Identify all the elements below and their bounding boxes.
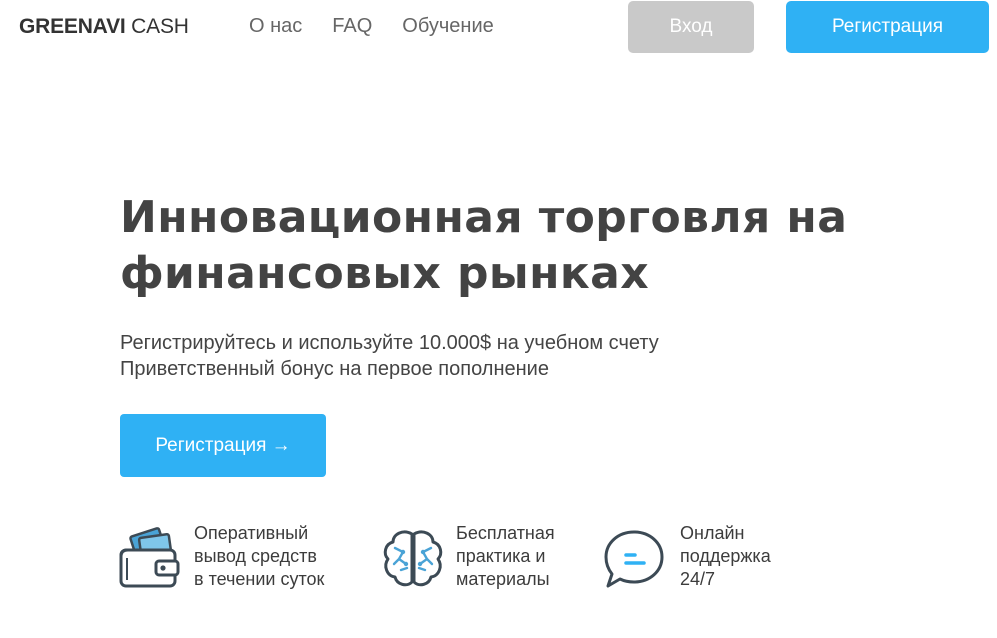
register-button-header[interactable]: Регистрация [786,1,989,53]
feature-line: практика и [456,546,546,566]
logo-light-text: CASH [125,15,189,38]
feature-line: материалы [456,569,550,589]
feature-line: Онлайн [680,523,745,543]
wallet-icon [118,526,182,590]
feature-support: Онлайн поддержка 24/7 [602,522,802,602]
logo-bold-text: GREENAVI [19,15,126,38]
feature-withdrawal-text: Оперативный вывод средств в течении суто… [194,522,324,591]
register-cta-button[interactable]: Регистрация → [120,414,326,477]
feature-line: в течении суток [194,569,325,589]
nav-link-about[interactable]: О нас [249,15,302,38]
brain-icon [381,526,445,590]
logo[interactable]: GREENAVI CASH [19,15,189,39]
feature-line: Бесплатная [456,523,555,543]
feature-practice-text: Бесплатная практика и материалы [456,522,555,591]
feature-support-text: Онлайн поддержка 24/7 [680,522,771,591]
feature-line: Оперативный [194,523,309,543]
hero-subtitle: Регистрируйтесь и используйте 10.000$ на… [120,330,659,382]
main-nav: О нас FAQ Обучение [249,15,524,38]
feature-practice: Бесплатная практика и материалы [381,522,591,602]
hero-title-line2: финансовых рынках [120,248,650,299]
nav-link-faq[interactable]: FAQ [332,15,372,38]
hero-title-line1: Инновационная торговля на [120,192,848,243]
feature-line: поддержка [680,546,771,566]
hero-title: Инновационная торговля на финансовых рын… [120,190,940,302]
hero-subtitle-line2: Приветственный бонус на первое пополнени… [120,358,549,380]
site-header: GREENAVI CASH О нас FAQ Обучение Вход Ре… [0,0,997,56]
feature-withdrawal: Оперативный вывод средств в течении суто… [118,522,368,602]
feature-line: 24/7 [680,569,716,589]
hero-subtitle-line1: Регистрируйтесь и используйте 10.000$ на… [120,332,659,354]
feature-line: вывод средств [194,546,317,566]
nav-link-education[interactable]: Обучение [402,15,493,38]
login-button[interactable]: Вход [628,1,754,53]
chat-bubble-icon [602,526,666,590]
